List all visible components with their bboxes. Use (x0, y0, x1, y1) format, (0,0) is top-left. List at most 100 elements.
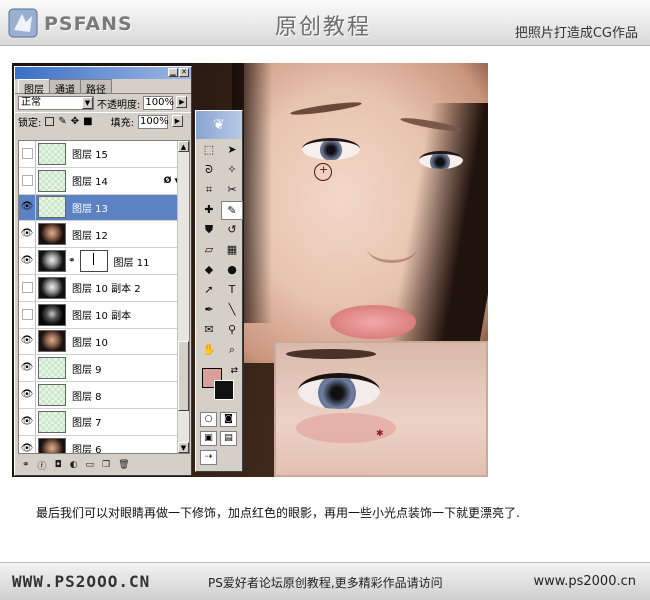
closeup-left-eye (298, 373, 380, 409)
layers-list: 图层 15 图层 14 Ø ▾ 👁 图层 13 👁 图层 12 👁 ⚭ 图层 11 图层 10 副本… (18, 140, 190, 454)
new-group-icon[interactable]: ▭ (86, 460, 95, 470)
brush-icon[interactable]: ✎ (221, 201, 243, 220)
link-layers-icon[interactable]: ⚭ (22, 460, 30, 470)
visibility-toggle[interactable]: 👁 (19, 328, 36, 355)
layer-row[interactable]: 👁 图层 7 (19, 408, 189, 436)
layer-row[interactable]: 👁 图层 13 (19, 194, 189, 222)
layer-thumbnail (38, 330, 66, 353)
toolbox: ❦ ⬚ ➤ ᘐ ✧ ⌗ ✂ ✚ ✎ ⛊ ↺ ▱ ▦ ◆ ● ➚ T ✒ ╲ ✉ ⚲ ✋ ⌕ ⇄ ○ ◙ ▣ ▤ ⇢ (195, 110, 243, 472)
layers-footer: ⚭ ⓕ ◘ ◐ ▭ ❐ 🗑 (18, 458, 190, 472)
eye-closeup-inset: ✱ (274, 341, 488, 477)
tab-paths[interactable]: 路径 (80, 79, 112, 96)
right-eye (419, 151, 463, 169)
lock-move-icon[interactable]: ✥ (71, 116, 79, 127)
crop-icon[interactable]: ⌗ (198, 181, 220, 200)
minimize-icon[interactable]: ▁ (168, 68, 178, 77)
opacity-arrow-icon[interactable]: ▶ (176, 96, 188, 108)
swap-colors-icon[interactable]: ⇄ (230, 366, 238, 376)
move-icon[interactable]: ➤ (221, 141, 243, 160)
layer-mask-thumbnail[interactable] (79, 250, 108, 273)
new-layer-icon[interactable]: ❐ (102, 460, 110, 470)
lock-paint-icon[interactable]: ✎ (58, 116, 66, 127)
marquee-icon[interactable]: ⬚ (198, 141, 220, 160)
trash-icon[interactable]: 🗑 (118, 460, 129, 470)
pen-icon[interactable]: ✒ (198, 301, 220, 320)
eyedropper-icon[interactable]: ⚲ (221, 321, 243, 340)
footer-url[interactable]: www.ps2000.cn (534, 574, 636, 589)
visibility-toggle[interactable] (19, 141, 36, 167)
visibility-toggle[interactable]: 👁 (19, 221, 36, 248)
shape-icon[interactable]: ╲ (221, 301, 243, 320)
mask-link-icon[interactable]: ⚭ (68, 256, 76, 266)
blur-icon[interactable]: ◆ (198, 261, 220, 280)
layer-row[interactable]: 图层 15 (19, 141, 189, 168)
visibility-toggle[interactable]: 👁 (19, 248, 36, 274)
dodge-icon[interactable]: ● (221, 261, 243, 280)
layers-scrollbar[interactable]: ▲ ▼ (177, 141, 189, 453)
left-iris (320, 141, 342, 160)
visibility-toggle[interactable] (19, 301, 36, 328)
hand-icon[interactable]: ✋ (198, 341, 220, 360)
header-banner: PSFANS 原创教程 把照片打造成CG作品 (0, 0, 650, 46)
visibility-toggle[interactable]: 👁 (19, 355, 36, 382)
layer-row[interactable]: 👁 图层 8 (19, 382, 189, 409)
fill-arrow-icon[interactable]: ▶ (171, 114, 183, 127)
tutorial-caption: 最后我们可以对眼睛再做一下修饰，加点红色的眼影，再用一些小光点装饰一下就更漂亮了… (36, 506, 520, 520)
slice-icon[interactable]: ✂ (221, 181, 243, 200)
gradient-icon[interactable]: ▦ (221, 241, 243, 260)
lasso-icon[interactable]: ᘐ (198, 161, 220, 180)
eye-icon: 👁 (20, 362, 34, 374)
adjustment-layer-icon[interactable]: ◐ (70, 460, 78, 470)
lock-all-icon[interactable]: ■ (83, 116, 92, 127)
tab-layers[interactable]: 图层 (18, 79, 50, 96)
opacity-field[interactable]: 100% (143, 96, 174, 110)
quickmask-mode-icon[interactable]: ◙ (220, 412, 237, 427)
standard-mode-icon[interactable]: ○ (200, 412, 217, 427)
jump-to-imageready-icon[interactable]: ⇢ (200, 450, 217, 465)
background-color-swatch[interactable] (214, 380, 234, 400)
layer-row[interactable]: 👁 图层 6 (19, 435, 189, 453)
scroll-down-icon[interactable]: ▼ (178, 442, 189, 453)
panel-titlebar[interactable]: ▁ ✕ (15, 67, 191, 79)
panel-tabs: 图层 通道 路径 (15, 79, 191, 96)
layers-panel: ▁ ✕ 图层 通道 路径 正常 ▼ 不透明度: 100% ▶ 锁定: ✎ ✥ ■… (14, 66, 192, 476)
lock-transparency-icon[interactable] (45, 117, 55, 126)
blend-mode-select[interactable]: 正常 ▼ (18, 96, 94, 110)
healing-icon[interactable]: ✚ (198, 201, 220, 220)
scroll-up-icon[interactable]: ▲ (178, 141, 189, 152)
left-eye (302, 138, 360, 160)
scroll-thumb[interactable] (178, 341, 189, 411)
path-select-icon[interactable]: ➚ (198, 281, 220, 300)
layer-style-icon[interactable]: ⓕ (38, 459, 47, 472)
stamp-icon[interactable]: ⛊ (198, 221, 220, 240)
visibility-toggle[interactable] (19, 167, 36, 194)
layer-row[interactable]: 👁 图层 10 (19, 328, 189, 356)
layer-row[interactable]: 👁 ⚭ 图层 11 (19, 248, 189, 275)
type-icon[interactable]: T (221, 281, 243, 300)
layer-row[interactable]: 图层 10 副本 2 (19, 274, 189, 302)
layer-name: 图层 15 (72, 150, 108, 162)
visibility-toggle[interactable]: 👁 (19, 382, 36, 408)
layer-thumbnail (38, 169, 66, 192)
layer-row[interactable]: 图层 10 副本 (19, 301, 189, 329)
layer-row[interactable]: 图层 14 Ø ▾ (19, 167, 189, 195)
eraser-icon[interactable]: ▱ (198, 241, 220, 260)
history-brush-icon[interactable]: ↺ (221, 221, 243, 240)
layer-row[interactable]: 👁 图层 9 (19, 355, 189, 383)
tab-channels[interactable]: 通道 (49, 79, 81, 96)
visibility-toggle[interactable]: 👁 (19, 408, 36, 435)
notes-icon[interactable]: ✉ (198, 321, 220, 340)
add-mask-icon[interactable]: ◘ (55, 460, 62, 470)
layer-thumbnail (38, 276, 66, 299)
visibility-toggle[interactable] (19, 274, 36, 301)
fill-field[interactable]: 100% (137, 114, 169, 129)
close-icon[interactable]: ✕ (179, 68, 189, 77)
layer-row[interactable]: 👁 图层 12 (19, 221, 189, 249)
screen-mode-standard-icon[interactable]: ▣ (200, 431, 217, 446)
screen-mode-full-icon[interactable]: ▤ (220, 431, 237, 446)
zoom-icon[interactable]: ⌕ (221, 341, 243, 360)
chevron-down-icon[interactable]: ▼ (82, 97, 93, 109)
visibility-toggle[interactable]: 👁 (19, 194, 36, 221)
magic-wand-icon[interactable]: ✧ (221, 161, 243, 180)
visibility-toggle[interactable]: 👁 (19, 435, 36, 453)
